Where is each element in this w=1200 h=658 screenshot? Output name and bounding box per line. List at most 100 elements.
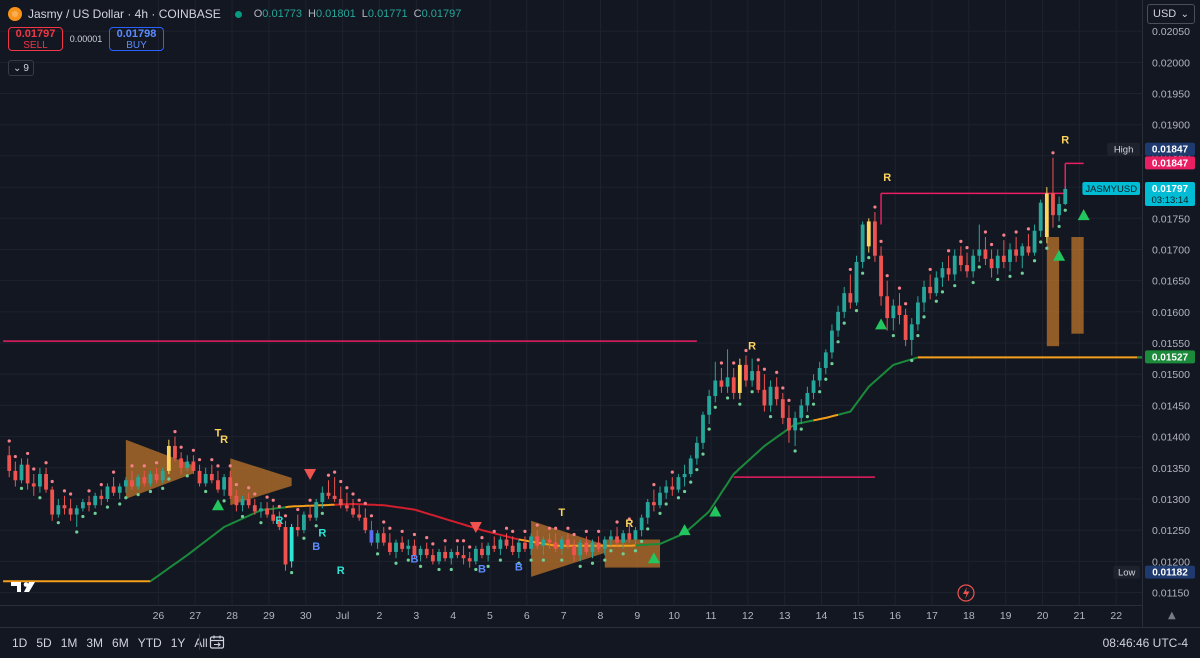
symbol-title[interactable]: Jasmy / US Dollar · 4h · COINBASE (28, 7, 221, 21)
signal-dot (388, 526, 392, 530)
candle (105, 483, 110, 509)
candle-body (351, 508, 355, 515)
candle-body (443, 551, 448, 559)
time-tick-label: 20 (1037, 610, 1049, 622)
signal-dot (136, 493, 140, 497)
candle-body (651, 502, 656, 506)
candle-body (547, 539, 552, 543)
signal-dot (357, 498, 361, 502)
signal-dot (934, 299, 938, 303)
signal-dot (320, 511, 324, 515)
signal-dot (560, 558, 564, 562)
candle-body (19, 464, 24, 481)
candle-body (308, 514, 312, 518)
sell-button[interactable]: 0.01797 SELL (8, 27, 63, 51)
signal-dot (818, 390, 822, 394)
time-axis: 26 27 28 29 30 Jul 2 3 4 5 6 7 8 9 10 11 12 13 14 15 16 17 18 1… (0, 605, 1142, 622)
indicators-toggle[interactable]: ⌄ 9 (8, 60, 34, 76)
signal-dot (750, 390, 754, 394)
candle (958, 239, 963, 272)
signal-dot (554, 526, 558, 530)
price-flag-value: 0.01527 (1152, 352, 1189, 363)
signal-letter: R (748, 340, 756, 352)
candle (160, 467, 165, 490)
candle-body (216, 480, 220, 490)
candle (314, 498, 319, 528)
range-5d[interactable]: 5D (36, 636, 51, 650)
range-3m[interactable]: 3M (86, 636, 103, 650)
signal-dot (314, 524, 318, 528)
candle-body (265, 508, 269, 515)
signal-dot (142, 464, 146, 468)
signal-dot (375, 552, 380, 556)
currency-select[interactable]: USD ⌄ (1147, 4, 1195, 24)
candle (510, 529, 515, 556)
candle (283, 514, 288, 571)
candles (7, 151, 1068, 575)
candle-body (793, 417, 798, 431)
candle (971, 249, 976, 285)
signal-dot (971, 280, 975, 285)
buy-button[interactable]: 0.01798 BUY (109, 27, 164, 51)
time-tick-label: 4 (450, 610, 456, 622)
candle-body (811, 380, 816, 393)
time-tick-label: 18 (963, 610, 975, 622)
signal-dot (455, 539, 460, 543)
range-all[interactable]: All (194, 636, 207, 650)
signal-dot (32, 467, 36, 471)
signal-dot (695, 468, 699, 472)
candle (701, 411, 705, 456)
candle (670, 470, 675, 496)
range-1d[interactable]: 1D (12, 636, 27, 650)
signal-dot (210, 458, 214, 462)
candle (1063, 186, 1068, 212)
signal-dot (1057, 224, 1061, 229)
candle-body (148, 474, 153, 484)
signal-dot (56, 521, 60, 525)
signal-dot (296, 507, 300, 512)
signal-dot (93, 511, 97, 515)
price-chart[interactable]: TRRRBRBB BTRRRR0.011500.012000.012500.013… (0, 0, 1200, 627)
signal-dot (652, 483, 656, 487)
signal-dot (197, 458, 202, 462)
signal-dot (603, 558, 607, 562)
signal-dot (922, 315, 926, 319)
signal-dot (406, 558, 410, 562)
signal-dot (566, 526, 570, 530)
candle (1038, 199, 1043, 244)
clock-timezone[interactable]: 08:46:46 UTC-4 (1103, 636, 1188, 650)
candle (197, 458, 202, 487)
range-ytd[interactable]: YTD (138, 636, 162, 650)
candle-body (246, 498, 251, 506)
spread-value: 0.00001 (69, 34, 103, 44)
candle-body (185, 461, 190, 468)
range-1y[interactable]: 1Y (171, 636, 186, 650)
candle-body (817, 367, 822, 381)
signal-dot (597, 529, 601, 533)
signal-dot (1063, 208, 1067, 212)
signal-dot (1026, 227, 1031, 231)
signal-letter: R (883, 172, 891, 184)
signal-dot (633, 549, 638, 553)
candle-body (854, 261, 859, 303)
candle-body (590, 542, 595, 552)
candle (332, 470, 337, 503)
signal-dot (646, 527, 650, 531)
candle (615, 520, 619, 546)
candle-body (971, 255, 976, 272)
candle-body (977, 249, 982, 256)
candle (418, 545, 423, 568)
candle (639, 514, 644, 543)
candle (756, 358, 761, 393)
price-tick-label: 0.01250 (1152, 525, 1190, 537)
range-box (230, 458, 292, 506)
candle (707, 389, 712, 431)
signal-letter: B (312, 541, 320, 553)
range-1m[interactable]: 1M (61, 636, 78, 650)
candle-body (375, 533, 380, 543)
range-6m[interactable]: 6M (112, 636, 129, 650)
signal-dot (222, 499, 226, 503)
calendar-range-icon[interactable] (209, 634, 225, 650)
signal-dot (756, 358, 760, 362)
signal-dot (26, 451, 30, 456)
